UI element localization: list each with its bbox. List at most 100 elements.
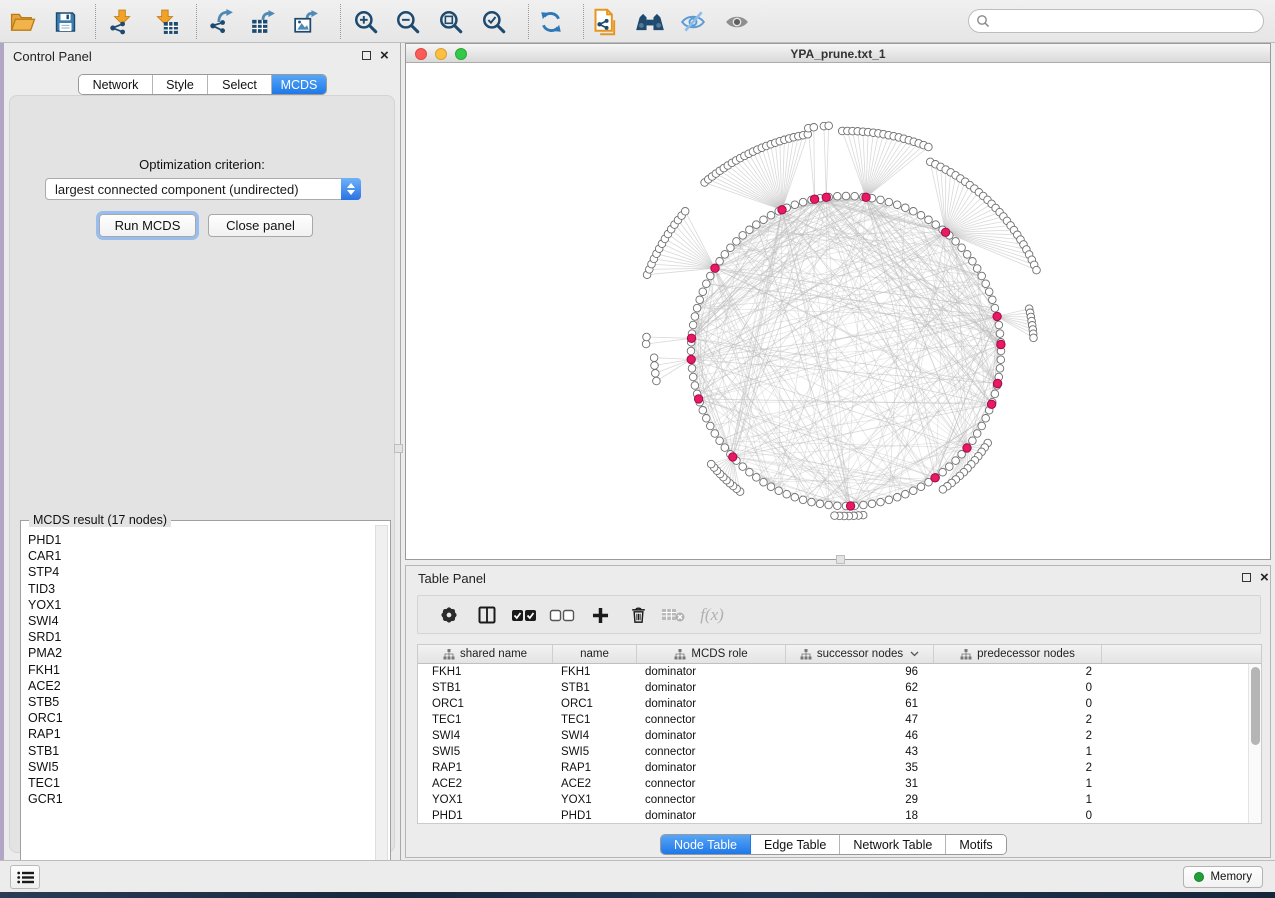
export-table-icon[interactable]: [248, 7, 278, 37]
table-cell[interactable]: dominator: [637, 680, 786, 696]
mcds-result-item[interactable]: SWI4: [28, 613, 374, 629]
tab-select[interactable]: Select: [208, 75, 272, 94]
column-header-mcds-role[interactable]: MCDS role: [637, 645, 786, 663]
delete-column-icon[interactable]: [624, 602, 652, 628]
network-window-titlebar[interactable]: YPA_prune.txt_1: [406, 44, 1270, 63]
column-header-name[interactable]: name: [553, 645, 637, 663]
mcds-result-item[interactable]: RAP1: [28, 726, 374, 742]
table-cell[interactable]: YOX1: [553, 792, 637, 808]
table-cell[interactable]: 61: [786, 696, 934, 712]
table-cell[interactable]: RAP1: [418, 760, 553, 776]
table-row[interactable]: SWI4SWI4dominator462: [418, 728, 1261, 744]
deselect-all-icon[interactable]: [548, 602, 576, 628]
table-cell[interactable]: FKH1: [553, 664, 637, 680]
function-builder-icon[interactable]: f(x): [698, 602, 726, 628]
table-cell[interactable]: RAP1: [553, 760, 637, 776]
table-cell[interactable]: SWI4: [553, 728, 637, 744]
mcds-result-item[interactable]: FKH1: [28, 662, 374, 678]
tab-network-table[interactable]: Network Table: [840, 835, 946, 854]
table-cell[interactable]: YOX1: [418, 792, 553, 808]
table-row[interactable]: RAP1RAP1dominator352: [418, 760, 1261, 776]
table-cell[interactable]: 1: [934, 776, 1102, 792]
refresh-network-icon[interactable]: [536, 7, 566, 37]
table-cell[interactable]: 18: [786, 808, 934, 824]
table-cell[interactable]: 0: [934, 696, 1102, 712]
table-row[interactable]: TEC1TEC1connector472: [418, 712, 1261, 728]
zoom-in-icon[interactable]: [351, 7, 381, 37]
import-network-icon[interactable]: [106, 7, 136, 37]
table-cell[interactable]: dominator: [637, 696, 786, 712]
settings-gear-icon[interactable]: [435, 602, 463, 628]
table-cell[interactable]: SWI4: [418, 728, 553, 744]
table-cell[interactable]: PHD1: [553, 808, 637, 824]
column-header-predecessor-nodes[interactable]: predecessor nodes: [934, 645, 1102, 663]
table-cell[interactable]: PHD1: [418, 808, 553, 824]
tab-edge-table[interactable]: Edge Table: [751, 835, 840, 854]
import-table-icon[interactable]: [151, 7, 181, 37]
table-cell[interactable]: 47: [786, 712, 934, 728]
table-cell[interactable]: ACE2: [553, 776, 637, 792]
zoom-selected-icon[interactable]: [479, 7, 509, 37]
table-scrollbar[interactable]: [1248, 664, 1261, 823]
mcds-result-item[interactable]: PMA2: [28, 645, 374, 661]
delete-table-icon[interactable]: [659, 602, 687, 628]
table-cell[interactable]: dominator: [637, 728, 786, 744]
tab-mcds[interactable]: MCDS: [272, 75, 326, 94]
column-header-shared-name[interactable]: shared name: [418, 645, 553, 663]
network-canvas[interactable]: [406, 63, 1270, 559]
table-row[interactable]: STB1STB1dominator620: [418, 680, 1261, 696]
mcds-result-item[interactable]: YOX1: [28, 597, 374, 613]
mcds-result-item[interactable]: SRD1: [28, 629, 374, 645]
tab-node-table[interactable]: Node Table: [661, 835, 751, 854]
table-cell[interactable]: connector: [637, 712, 786, 728]
mcds-result-item[interactable]: ACE2: [28, 678, 374, 694]
table-cell[interactable]: 2: [934, 728, 1102, 744]
table-cell[interactable]: connector: [637, 776, 786, 792]
table-row[interactable]: SWI5SWI5connector431: [418, 744, 1261, 760]
hide-graphics-details-icon[interactable]: [678, 7, 708, 37]
table-cell[interactable]: dominator: [637, 664, 786, 680]
table-cell[interactable]: 1: [934, 744, 1102, 760]
task-history-button[interactable]: [10, 865, 40, 889]
table-cell[interactable]: dominator: [637, 760, 786, 776]
mcds-result-item[interactable]: STP4: [28, 564, 374, 580]
table-cell[interactable]: STB1: [418, 680, 553, 696]
table-cell[interactable]: 62: [786, 680, 934, 696]
table-cell[interactable]: TEC1: [553, 712, 637, 728]
mcds-result-item[interactable]: CAR1: [28, 548, 374, 564]
table-row[interactable]: ORC1ORC1dominator610: [418, 696, 1261, 712]
table-cell[interactable]: 2: [934, 760, 1102, 776]
table-cell[interactable]: SWI5: [553, 744, 637, 760]
run-mcds-button[interactable]: Run MCDS: [99, 214, 196, 237]
search-input[interactable]: [990, 14, 1263, 28]
tab-style[interactable]: Style: [153, 75, 208, 94]
table-cell[interactable]: ORC1: [553, 696, 637, 712]
float-window-icon[interactable]: [362, 51, 371, 60]
table-row[interactable]: ACE2ACE2connector311: [418, 776, 1261, 792]
show-graphics-details-icon[interactable]: [722, 7, 752, 37]
mcds-result-item[interactable]: TID3: [28, 581, 374, 597]
table-row[interactable]: FKH1FKH1dominator962: [418, 664, 1261, 680]
table-cell[interactable]: connector: [637, 744, 786, 760]
table-row[interactable]: PHD1PHD1dominator180: [418, 808, 1261, 824]
mcds-result-item[interactable]: STB5: [28, 694, 374, 710]
table-row[interactable]: YOX1YOX1connector291: [418, 792, 1261, 808]
table-cell[interactable]: 96: [786, 664, 934, 680]
column-header-successor-nodes[interactable]: successor nodes: [786, 645, 934, 663]
select-all-icon[interactable]: [510, 602, 538, 628]
table-cell[interactable]: connector: [637, 792, 786, 808]
table-cell[interactable]: ORC1: [418, 696, 553, 712]
table-cell[interactable]: 29: [786, 792, 934, 808]
table-cell[interactable]: 31: [786, 776, 934, 792]
zoom-fit-icon[interactable]: [436, 7, 466, 37]
export-image-icon[interactable]: [291, 7, 321, 37]
mcds-result-item[interactable]: GCR1: [28, 791, 374, 807]
table-cell[interactable]: 2: [934, 664, 1102, 680]
mcds-result-item[interactable]: ORC1: [28, 710, 374, 726]
table-cell[interactable]: 43: [786, 744, 934, 760]
table-cell[interactable]: 0: [934, 808, 1102, 824]
tab-network[interactable]: Network: [79, 75, 153, 94]
network-graph[interactable]: [406, 63, 1270, 559]
memory-button[interactable]: Memory: [1183, 866, 1263, 888]
table-cell[interactable]: 1: [934, 792, 1102, 808]
